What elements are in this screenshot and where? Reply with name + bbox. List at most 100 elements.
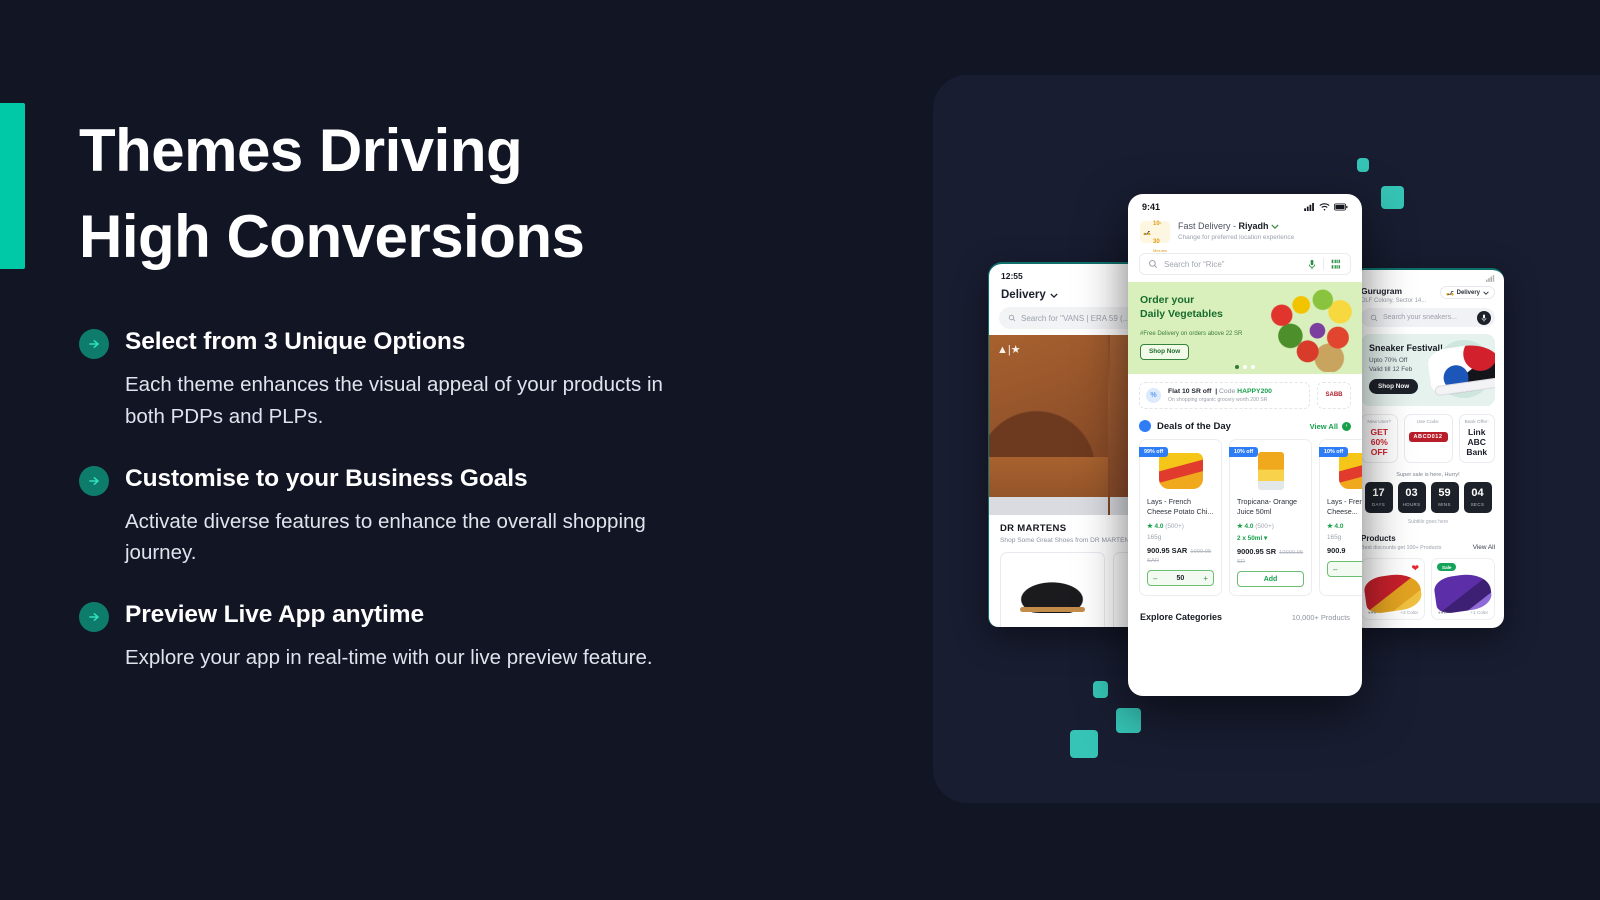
carousel-dot[interactable] [1243,365,1247,369]
delivery-mode-label: Delivery [1001,289,1046,301]
product-card[interactable]: ❤ ●●● +2 Color [1361,558,1425,620]
feature-title: Customise to your Business Goals [125,464,528,492]
sneaker-image [1432,571,1494,615]
countdown-subtitle: Subtitle goes here [1407,519,1449,525]
price-current: 9000.95 SR [1237,547,1277,557]
scooter-icon [1143,230,1151,235]
lays-chips-image [1158,453,1203,489]
price-current: 900.9 [1327,546,1346,556]
shop-now-button[interactable]: Shop Now [1369,379,1419,394]
discount-badge: 10% off [1229,447,1259,457]
search-placeholder: Search for “Rice” [1164,259,1225,269]
view-all-label: View All [1472,544,1495,551]
decor-square [1070,730,1098,758]
delivery-mode-pill[interactable]: Delivery [1439,286,1495,299]
scooter-icon [1446,290,1454,296]
product-name: Lays - French Cheese... [1327,497,1362,517]
shoe-image [1015,579,1090,613]
product-card[interactable]: 99% off Lays - French Cheese Potato Chi.… [1139,439,1222,597]
chevron-down-icon[interactable] [1271,224,1279,230]
delivery-city: Riyadh [1238,221,1269,231]
delivery-subtitle: Change for preferred location experience [1178,234,1295,241]
feature-item: Preview Live App anytime Explore your ap… [79,599,799,674]
status-time: 12:55 [1001,271,1023,281]
gear-icon [1139,420,1151,432]
coupon-code: HAPPY200 [1237,388,1272,395]
search-icon [1148,259,1158,269]
product-size[interactable]: 2 x 50ml ▾ [1237,534,1304,542]
coupon-subtitle: On shopping organic grocery worth 200 SR [1168,397,1268,403]
product-rating: ★ 4.0 [1327,523,1344,531]
microphone-icon[interactable] [1308,259,1316,270]
product-card[interactable]: Sale ●●● +1 Color [1431,558,1495,620]
promo-banner[interactable]: Sneaker Festival! Upto 70% Off Valid til… [1361,334,1495,406]
rating-value: 4.0 [1154,523,1164,531]
phone-mockup-sneakers: Gurugram DLF Colony, Sector 14... Delive… [1352,268,1504,628]
color-count: +1 Color [1470,610,1489,615]
deals-product-list: 99% off Lays - French Cheese Potato Chi.… [1128,432,1362,597]
promo-code: ABCD012 [1408,432,1448,442]
microphone-icon[interactable] [1477,310,1491,325]
rating-value: 4.0 [1244,523,1254,531]
countdown-label: MINS [1438,502,1451,507]
shop-now-button[interactable]: Shop Now [1140,343,1190,360]
increment-button[interactable]: + [1203,574,1208,583]
product-card[interactable]: 10% off Tropicana- Orange Juice 50ml ★ 4… [1229,439,1312,597]
status-icons [1304,203,1348,211]
coupon-offer: Flat 10 SR off [1168,388,1212,395]
delivery-header[interactable]: 10-30 Minutes Fast Delivery - Riyadh Cha… [1128,215,1362,253]
size-label: 2 x 50ml [1237,535,1263,543]
decor-square [1381,186,1404,209]
search-input[interactable]: Search your sneakers... [1361,308,1495,327]
discount-badge: 99% off [1139,447,1169,457]
view-all-link[interactable]: View All › [1309,421,1351,431]
product-card[interactable]: DR MARTENS | 1461 [1000,552,1105,627]
chevron-down-icon [1483,290,1489,295]
location-name: Gurugram [1361,286,1403,296]
search-placeholder: Search for "VANS | ERA 59 (..." [1021,313,1133,323]
coupon-card[interactable]: SABB [1317,382,1351,409]
offer-card[interactable]: Use Code: ABCD012 [1403,414,1453,463]
delivery-label: Fast Delivery - [1178,221,1239,231]
promo-banner[interactable]: Order your Daily Vegetables #Free Delive… [1128,282,1362,374]
offer-value: Link ABC Bank [1466,427,1488,457]
quantity-stepper[interactable]: – 50 + [1147,570,1214,587]
product-card[interactable]: 10% off Lays - French Cheese... ★ 4.0 16… [1319,439,1362,597]
quantity-stepper[interactable]: – + [1327,561,1362,578]
divider [1323,258,1324,270]
view-all-label: View All [1309,421,1338,431]
product-name: Lays - French Cheese Potato Chi... [1147,497,1214,517]
product-image [1327,451,1362,491]
countdown-value: 04 [1471,487,1484,499]
delivery-pill-label: Delivery [1456,289,1480,296]
color-count: +2 Color [1400,610,1419,615]
rating-value: 4.0 [1334,523,1344,531]
coupon-card[interactable]: % Flat 10 SR off | Code HAPPY200 On shop… [1139,382,1310,409]
location-header[interactable]: Gurugram DLF Colony, Sector 14... Delive… [1352,282,1504,308]
deals-title: Deals of the Day [1157,420,1231,432]
delivery-mode-selector[interactable]: Delivery [1001,289,1058,301]
offer-card[interactable]: Bank Offer: Link ABC Bank [1458,414,1495,463]
decor-square [1357,158,1369,172]
product-rating: ★ 4.0 (500+) [1237,523,1274,531]
countdown-label: DAYS [1371,502,1386,507]
view-all-link[interactable]: View All [1473,544,1495,551]
offer-card[interactable]: New User? GET 60% OFF [1361,414,1398,463]
decrement-button[interactable]: – [1333,565,1337,574]
products-title: Products [1361,534,1396,543]
decrement-button[interactable]: – [1153,574,1157,583]
floor-shape [989,497,1108,515]
product-price: 900.9 [1327,546,1362,555]
hero-image-left: ▲|★ [989,335,1108,515]
search-input[interactable]: Search for “Rice” [1139,253,1351,275]
carousel-dot-active[interactable] [1235,365,1239,369]
heart-filled-icon[interactable]: ❤ [1411,563,1419,574]
sneaker-image [1362,571,1424,615]
barcode-scan-icon[interactable] [1331,259,1342,270]
carousel-dot[interactable] [1251,365,1255,369]
coupon-title: Flat 10 SR off | Code HAPPY200 [1168,388,1272,395]
carousel-dots[interactable] [1235,365,1255,369]
add-to-cart-button[interactable]: Add [1237,571,1304,588]
location-address: DLF Colony, Sector 14... [1361,298,1427,304]
product-size: 165g [1327,534,1342,542]
